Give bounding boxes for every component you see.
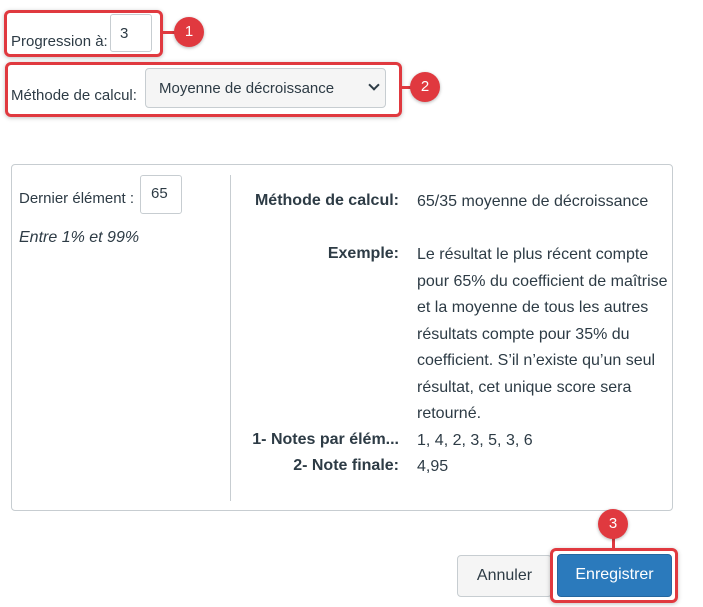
save-button[interactable]: Enregistrer [557, 554, 672, 597]
cancel-button[interactable]: Annuler [457, 555, 552, 597]
calculation-method-value: Moyenne de décroissance [159, 80, 335, 97]
detail-label-final: 2- Note finale: [293, 457, 399, 474]
detail-label-method: Méthode de calcul: [254, 192, 399, 209]
detail-value-final: 4,95 [417, 458, 449, 475]
detail-label-example: Exemple: [327, 245, 399, 262]
chevron-down-icon [368, 79, 380, 91]
last-item-value: 65 [151, 185, 168, 202]
detail-value-method: 65/35 moyenne de décroissance [417, 193, 649, 210]
calculation-label: Méthode de calcul: [11, 87, 137, 104]
detail-value-scores: 1, 4, 2, 3, 5, 3, 6 [417, 432, 533, 449]
callout-marker-2: 2 [410, 72, 440, 102]
progression-label: Progression à: [11, 33, 108, 50]
decay-settings-panel: Dernier élément : 65 Entre 1% et 99% Mét… [11, 164, 673, 511]
last-item-label: Dernier élément : [19, 190, 135, 207]
progression-value: 3 [120, 25, 129, 42]
detail-label-scores: 1- Notes par élém... [252, 431, 399, 448]
callout-marker-1: 1 [174, 17, 204, 47]
detail-value-example: Le résultat le plus récent compte pour 6… [417, 246, 668, 422]
panel-divider [230, 175, 231, 501]
calculation-method-select[interactable]: Moyenne de décroissance [145, 68, 386, 108]
callout-marker-3: 3 [598, 509, 628, 539]
last-item-input[interactable]: 65 [140, 175, 182, 214]
range-note: Entre 1% et 99% [19, 229, 140, 246]
progression-input[interactable]: 3 [110, 14, 152, 52]
